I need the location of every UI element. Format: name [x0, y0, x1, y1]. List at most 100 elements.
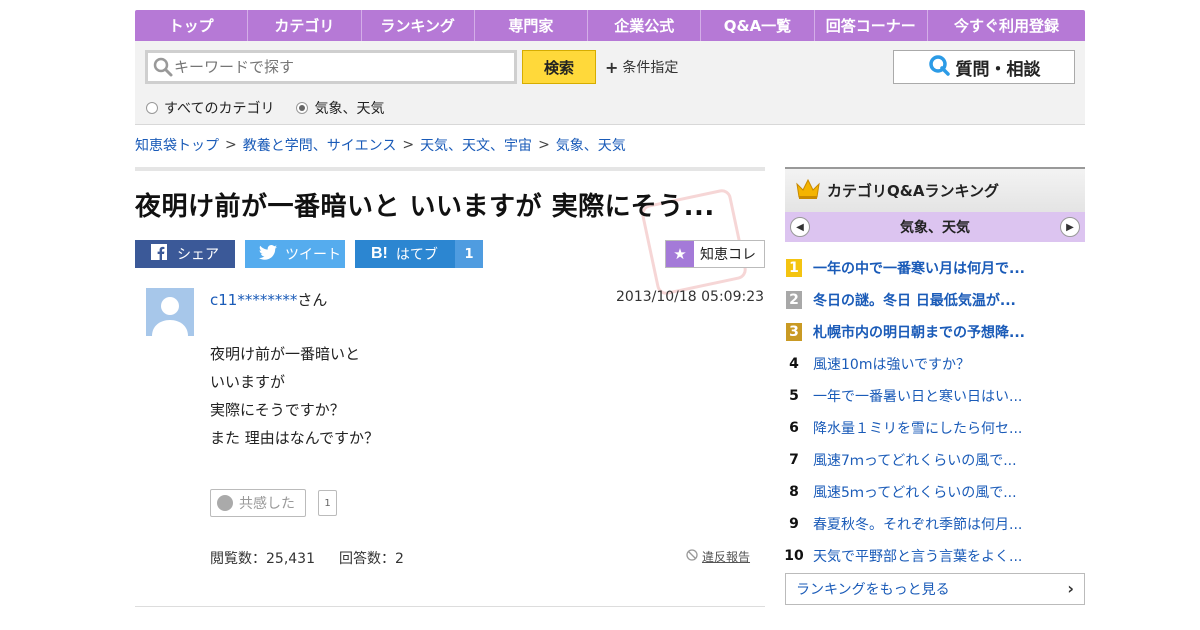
- ranking-link[interactable]: 風速5ｍってどれくらいの風で...: [813, 482, 1017, 502]
- ranking-item: 5 一年で一番暑い日と寒い日はい...: [785, 380, 1085, 412]
- ranking-link[interactable]: 冬日の謎。冬日 日最低気温が...: [813, 290, 1016, 310]
- sidebar-title: カテゴリQ&Aランキング: [827, 182, 999, 200]
- radio-dot-selected-icon: [296, 102, 309, 114]
- more-ranking-button[interactable]: ランキングをもっと見る ›: [785, 573, 1085, 605]
- avatar[interactable]: [146, 288, 194, 336]
- question-body: 夜明け前が一番暗いと いいますが 実際にそうですか？ また 理由はなんですか？: [210, 340, 379, 452]
- sidebar-category-label: 気象、天気: [900, 220, 970, 236]
- search-icon: [152, 56, 174, 78]
- nav-item-top[interactable]: トップ: [135, 10, 249, 41]
- ranking-link[interactable]: 春夏秋冬。それぞれ季節は何月...: [813, 514, 1022, 534]
- category-radio-group: すべてのカテゴリ 気象、天気: [146, 98, 384, 118]
- twitter-share-button[interactable]: ツイート: [245, 240, 345, 268]
- breadcrumb-top[interactable]: 知恵袋トップ: [135, 135, 219, 155]
- radio-current-category[interactable]: 気象、天気: [296, 98, 384, 118]
- rank-number: 4: [789, 356, 799, 372]
- nav-item-ranking[interactable]: ランキング: [362, 10, 475, 41]
- rank-number: 7: [789, 452, 799, 468]
- ranking-item: 4 風速10mは強いですか？: [785, 348, 1085, 380]
- view-count: 閲覧数：25,431: [210, 551, 315, 567]
- next-arrow-icon[interactable]: ▶: [1060, 217, 1080, 237]
- search-input-wrapper[interactable]: [145, 50, 517, 84]
- twitter-bird-icon: [259, 244, 277, 264]
- breadcrumb-separator: >: [538, 137, 550, 153]
- question-title: 夜明け前が一番暗いと いいますが 実際にそう...: [135, 192, 715, 222]
- crown-icon: [795, 178, 821, 204]
- rank-number: 1: [786, 259, 802, 277]
- chiekore-button[interactable]: ★ 知恵コレ: [665, 240, 765, 268]
- more-ranking-label: ランキングをもっと見る: [796, 582, 950, 598]
- ask-question-label: 質問・相談: [955, 59, 1041, 80]
- search-button[interactable]: 検索: [522, 50, 596, 84]
- answer-count: 回答数：2: [339, 551, 404, 567]
- ranking-list: 1 一年の中で一番寒い月は何月で... 2 冬日の謎。冬日 日最低気温が... 3札…: [784, 252, 1085, 572]
- breadcrumb-weather[interactable]: 気象、天気: [556, 135, 626, 155]
- empathize-count: 1: [318, 490, 337, 516]
- radio-current-label: 気象、天気: [314, 101, 385, 117]
- breadcrumb-weather-astronomy[interactable]: 天気、天文、宇宙: [420, 135, 532, 155]
- search-input[interactable]: [174, 58, 504, 76]
- ranking-link[interactable]: 一年で一番暑い日と寒い日はい...: [813, 386, 1022, 406]
- plus-icon: +: [605, 57, 619, 77]
- report-link[interactable]: 違反報告: [686, 548, 750, 565]
- chevron-right-icon: ›: [1067, 579, 1074, 598]
- body-line: 実際にそうですか？: [210, 401, 345, 419]
- breadcrumb: 知恵袋トップ > 教養と学問、サイエンス > 天気、天文、宇宙 > 気象、天気: [135, 135, 626, 155]
- main-divider: [135, 167, 765, 171]
- prev-arrow-icon[interactable]: ◀: [790, 217, 810, 237]
- ranking-link[interactable]: 風速10mは強いですか？: [813, 354, 970, 374]
- rank-number: 10: [784, 548, 804, 564]
- nav-item-official[interactable]: 企業公式: [588, 10, 702, 41]
- breadcrumb-separator: >: [402, 137, 415, 153]
- ranking-link[interactable]: 降水量１ミリを雪にしたら何セ...: [813, 418, 1022, 438]
- breadcrumb-science[interactable]: 教養と学問、サイエンス: [243, 135, 397, 155]
- sidebar-ranking-header: カテゴリQ&Aランキング: [785, 167, 1085, 212]
- twitter-share-label: ツイート: [285, 247, 341, 263]
- facebook-share-label: シェア: [177, 247, 219, 263]
- hatena-label: はてブ: [395, 247, 438, 263]
- ranking-link[interactable]: 風速7ｍってどれくらいの風で...: [813, 450, 1017, 470]
- condition-button[interactable]: + 条件指定: [605, 57, 678, 77]
- ranking-item: 2 冬日の謎。冬日 日最低気温が...: [785, 284, 1085, 316]
- ranking-item: 3 札幌市内の明日朝までの予想降...: [785, 316, 1085, 348]
- smile-face-icon: [217, 495, 233, 511]
- search-area: 検索 + 条件指定 質問・相談 すべてのカテゴリ 気象、天気: [135, 41, 1085, 125]
- radio-dot-icon: [146, 102, 158, 114]
- ranking-link[interactable]: 一年の中で一番寒い月は何月で...: [813, 258, 1025, 278]
- question-stats: 閲覧数：25,431 回答数：2: [210, 548, 404, 568]
- sidebar-category-bar: ◀ 気象、天気 ▶: [785, 212, 1085, 242]
- facebook-share-button[interactable]: シェア: [135, 240, 235, 268]
- rank-number: 3: [786, 323, 802, 341]
- ranking-item: 6 降水量１ミリを雪にしたら何セ...: [785, 412, 1085, 444]
- rank-number: 6: [789, 420, 799, 436]
- ranking-link[interactable]: 札幌市内の明日朝までの予想降...: [813, 322, 1025, 342]
- body-line: 夜明け前が一番暗いと: [210, 345, 361, 363]
- prohibited-icon: [686, 549, 698, 564]
- nav-item-answer-corner[interactable]: 回答コーナー: [815, 10, 928, 41]
- facebook-icon: [151, 244, 167, 264]
- nav-item-category[interactable]: カテゴリ: [248, 10, 362, 41]
- radio-all-categories[interactable]: すべてのカテゴリ: [146, 98, 274, 118]
- ranking-item: 7 風速7ｍってどれくらいの風で...: [785, 444, 1085, 476]
- nav-item-register[interactable]: 今すぐ利用登録: [928, 10, 1085, 41]
- nav-item-experts[interactable]: 専門家: [475, 10, 589, 41]
- question-q-icon: [928, 54, 950, 81]
- hatena-bookmark-button[interactable]: B! はてブ 1: [355, 240, 483, 268]
- empathize-button[interactable]: 共感した: [210, 489, 306, 517]
- hatena-count: 1: [455, 240, 483, 268]
- ranking-link[interactable]: 天気で平野部と言う言葉をよく...: [813, 546, 1022, 566]
- body-line: いいますが: [210, 373, 286, 391]
- question-user: c11********さん: [210, 289, 327, 310]
- user-link[interactable]: c11********: [210, 291, 297, 309]
- ranking-item: 10 天気で平野部と言う言葉をよく...: [784, 540, 1085, 572]
- star-icon: ★: [666, 241, 694, 267]
- ask-question-button[interactable]: 質問・相談: [893, 50, 1075, 84]
- body-line: また 理由はなんですか？: [210, 429, 380, 447]
- ranking-item: 8 風速5ｍってどれくらいの風で...: [785, 476, 1085, 508]
- chiekore-label: 知恵コレ: [700, 247, 756, 263]
- ranking-item: 1 一年の中で一番寒い月は何月で...: [785, 252, 1085, 284]
- empathize-label: 共感した: [239, 496, 295, 512]
- nav-item-qa-list[interactable]: Q&A一覧: [701, 10, 815, 41]
- rank-number: 9: [789, 516, 799, 532]
- rank-number: 5: [789, 388, 799, 404]
